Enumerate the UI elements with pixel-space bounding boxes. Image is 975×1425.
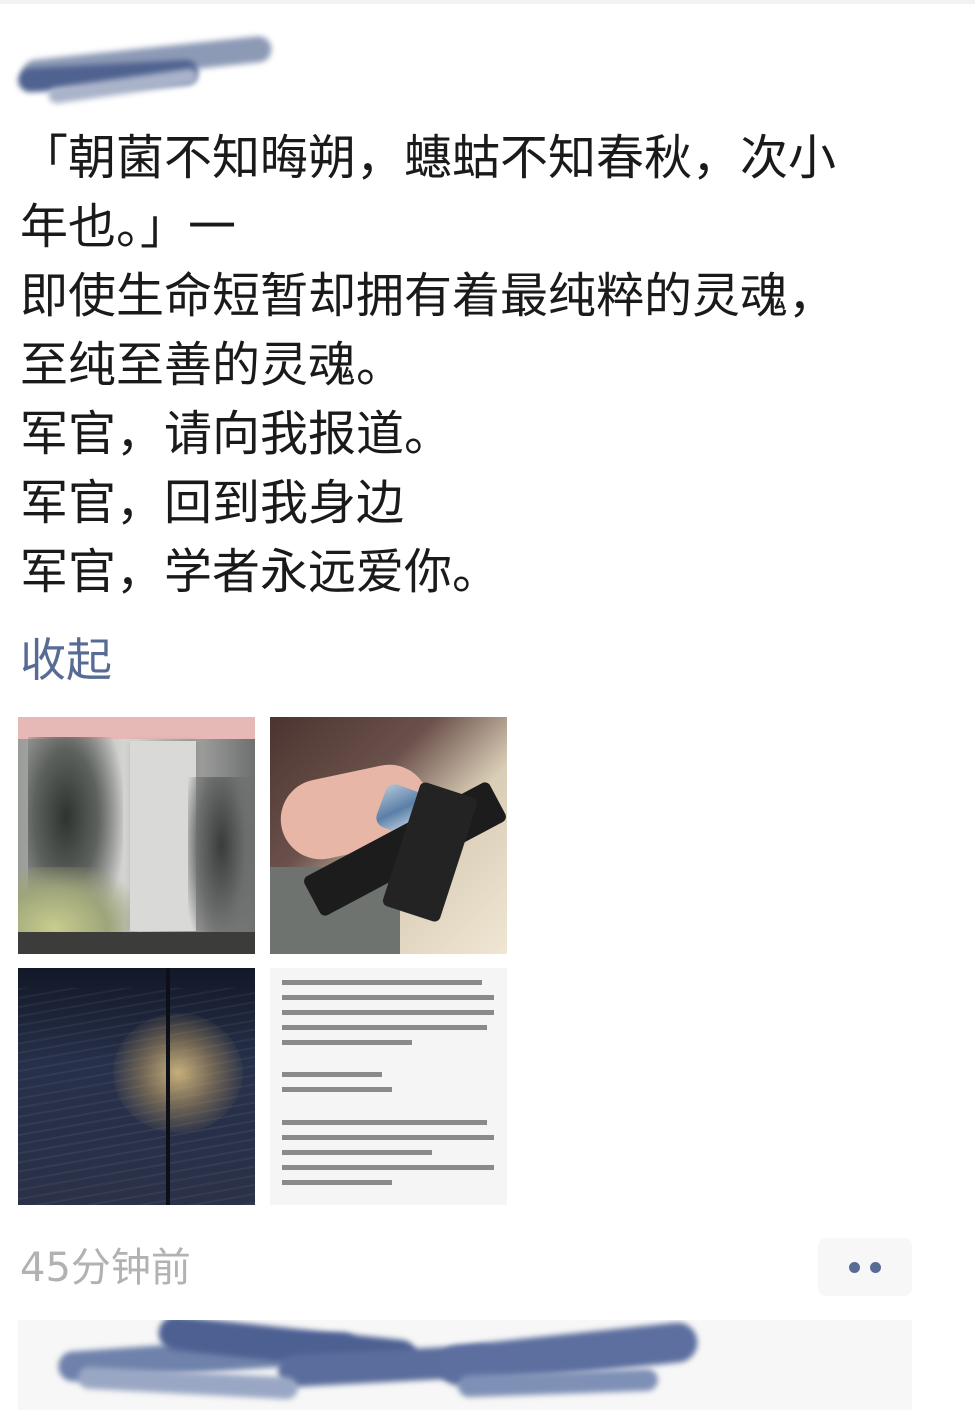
bottom-shadow-shape (18, 932, 255, 954)
text-line-shape (282, 1150, 432, 1155)
redaction-stroke (77, 1366, 299, 1400)
post-image-3[interactable] (18, 968, 255, 1205)
dot-shape (870, 1262, 881, 1273)
text-line-shape (282, 1040, 412, 1045)
post-text-line: 军官，请向我报道。 (20, 406, 453, 462)
post-image-4[interactable] (270, 968, 507, 1205)
text-line-shape (282, 1120, 487, 1125)
post-text-line: 年也。」一 (20, 199, 237, 255)
bookmark-shape (130, 741, 196, 931)
text-line-shape (282, 1025, 487, 1030)
post-image-2[interactable] (270, 717, 507, 954)
post-image-1[interactable] (18, 717, 255, 954)
pink-banner-shape (18, 717, 255, 739)
dark-figure-shape (188, 777, 255, 947)
text-line-shape (282, 1087, 392, 1092)
post-text-line: 「朝菌不知晦朔，蟪蛄不知春秋，次小 (20, 130, 837, 186)
text-line-shape (282, 1135, 494, 1140)
text-line-shape (282, 1180, 392, 1185)
more-actions-button[interactable] (818, 1238, 912, 1296)
post-text-line: 军官，学者永远爱你。 (20, 544, 501, 600)
author-name-redacted (17, 34, 288, 108)
post-timestamp: 45分钟前 (20, 1245, 191, 1291)
text-line-shape (282, 980, 482, 985)
post-text-line: 即使生命短暂却拥有着最纯粹的灵魂， (20, 268, 837, 324)
text-line-shape (282, 1165, 494, 1170)
top-divider (0, 0, 975, 4)
light-glow-shape (113, 1013, 243, 1133)
text-line-shape (282, 1010, 494, 1015)
text-line-shape (282, 995, 494, 1000)
book-spine-shape (166, 968, 170, 1205)
likes-comments-panel (18, 1320, 912, 1410)
text-line-shape (282, 1072, 382, 1077)
dot-shape (849, 1262, 860, 1273)
post-text-line: 至纯至善的灵魂。 (20, 337, 405, 393)
post-text-line: 军官，回到我身边 (20, 475, 405, 531)
post-content: 「朝菌不知晦朔，蟪蛄不知春秋，次小 年也。」一 即使生命短暂却拥有着最纯粹的灵魂… (20, 124, 955, 607)
collapse-link[interactable]: 收起 (20, 628, 112, 692)
